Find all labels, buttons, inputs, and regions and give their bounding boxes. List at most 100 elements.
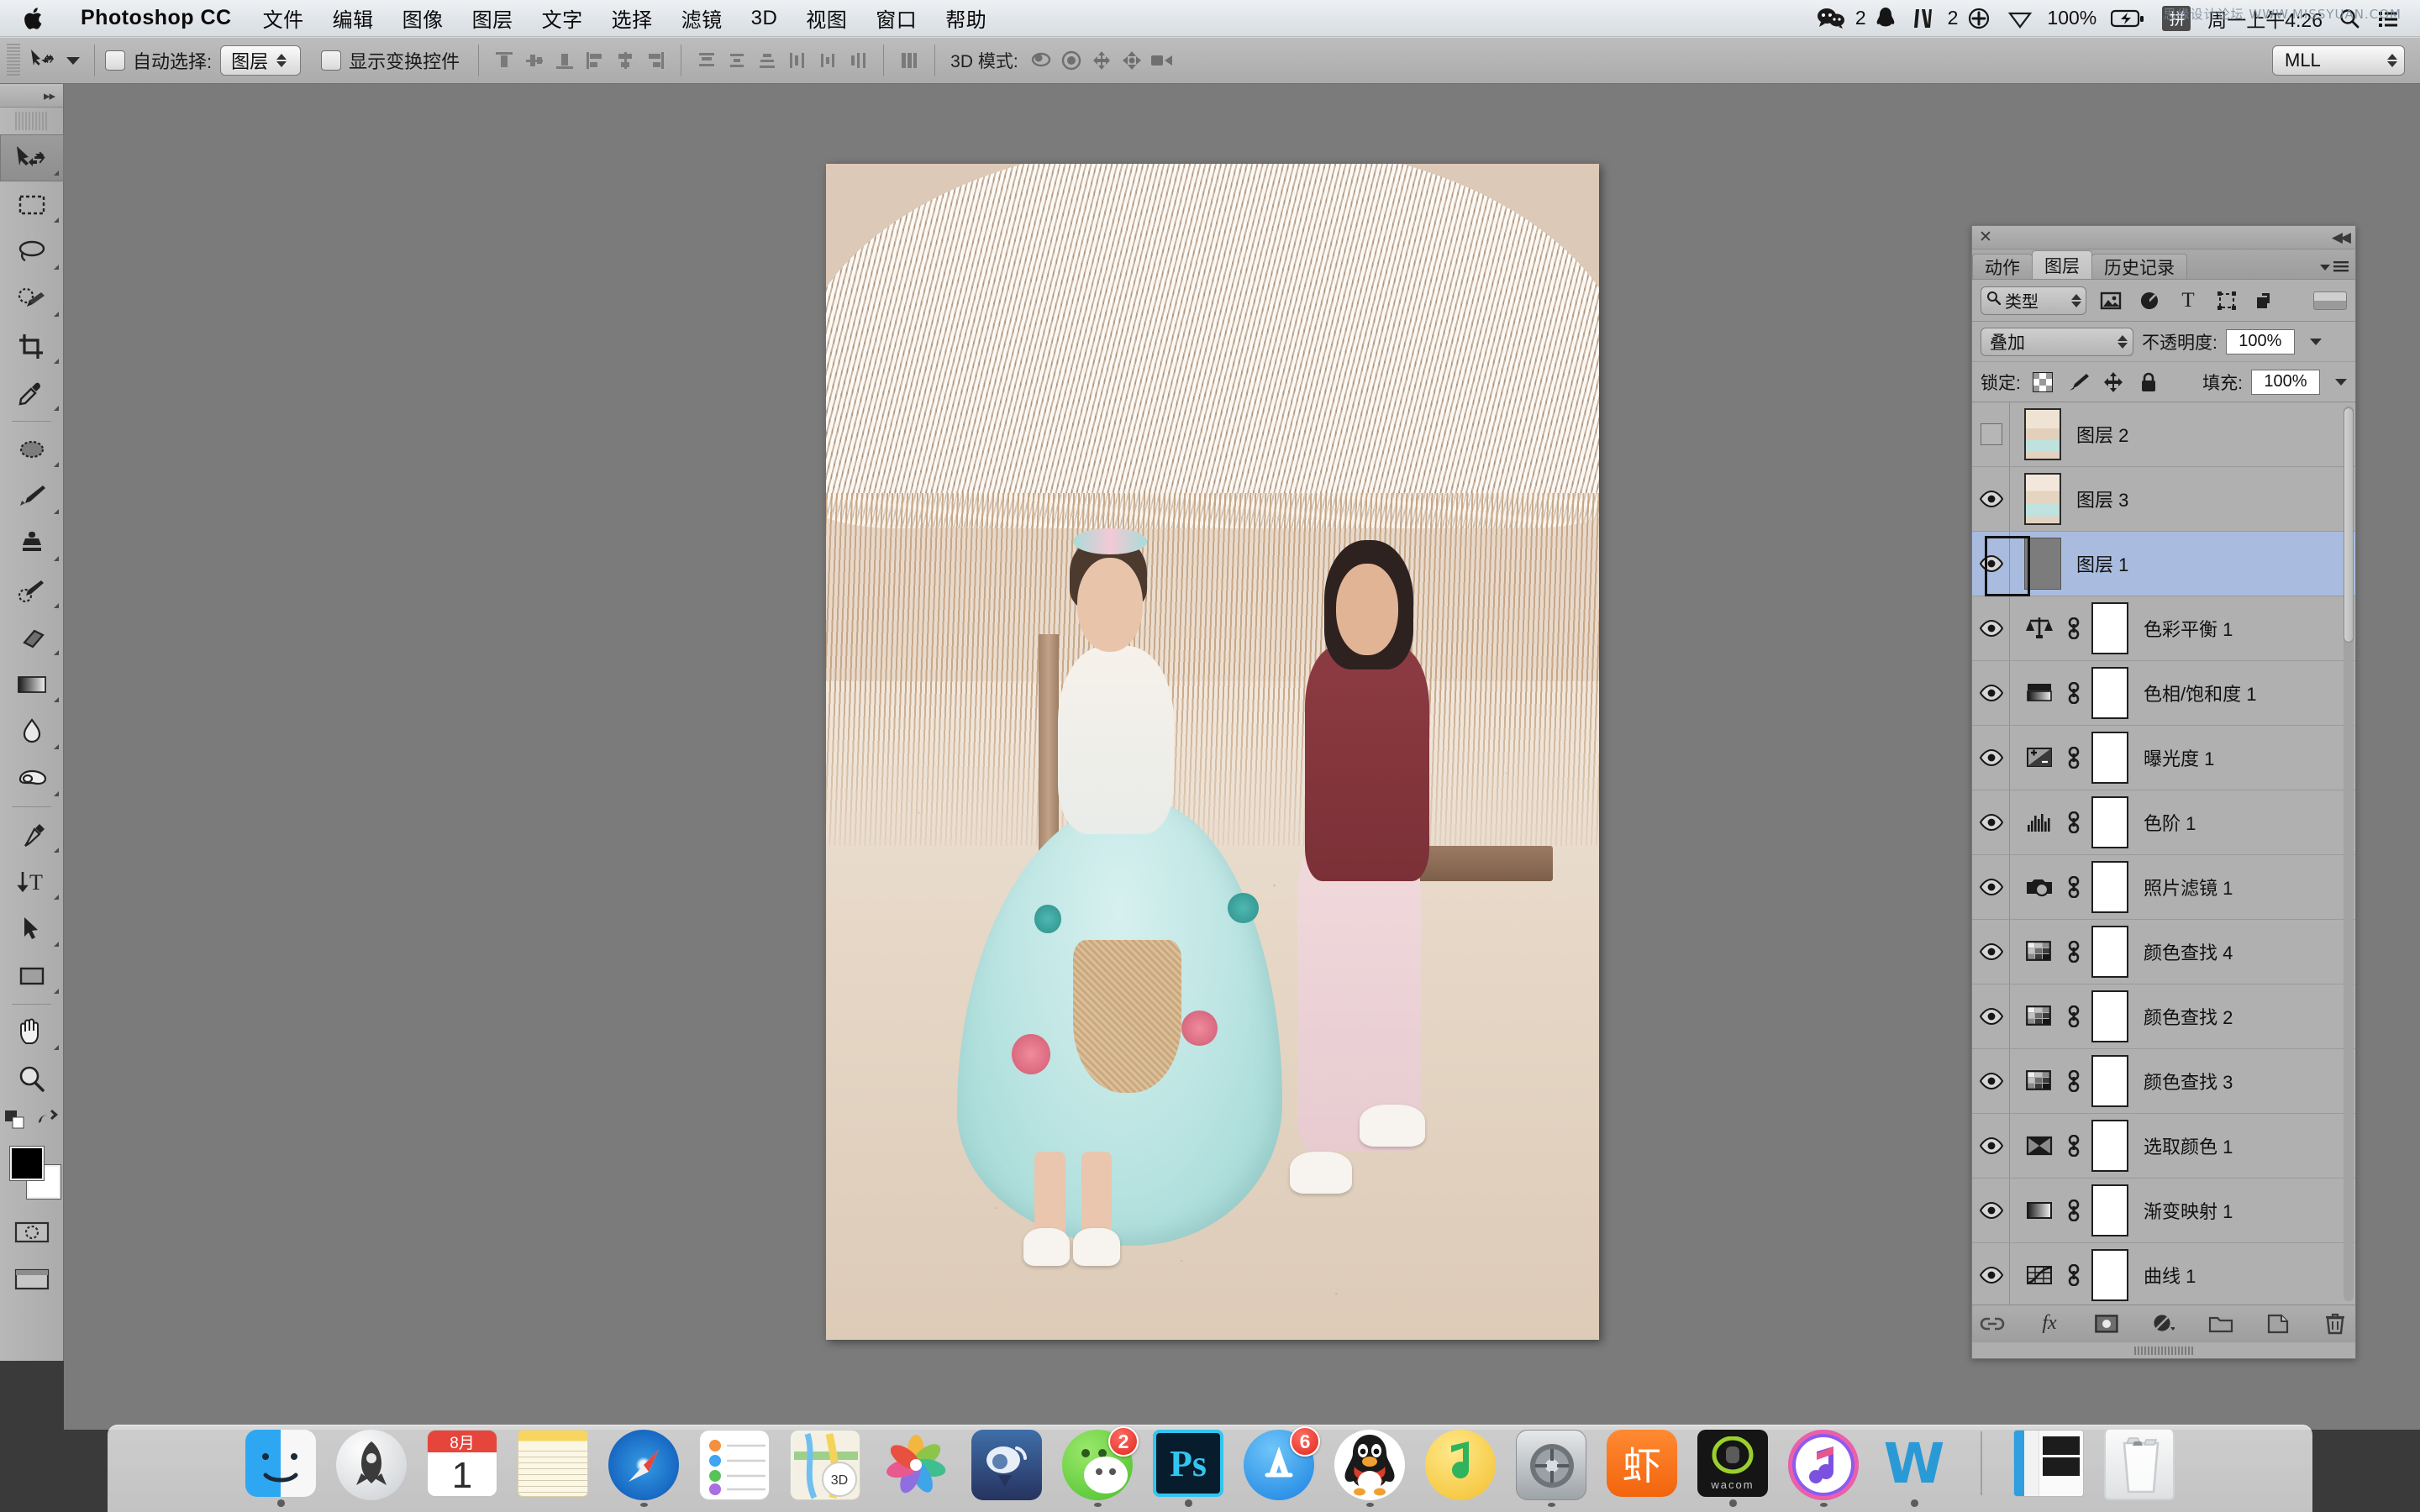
layer-name-label[interactable]: 颜色查找 2 xyxy=(2144,1003,2233,1030)
dock-item-calendar[interactable]: 8月 1 xyxy=(426,1430,498,1507)
layer-name-label[interactable]: 选取颜色 1 xyxy=(2144,1132,2233,1159)
levels-icon[interactable] xyxy=(2023,806,2056,839)
panel-resize-grip[interactable] xyxy=(1972,1341,2355,1358)
layer-visibility-toggle[interactable] xyxy=(1975,1201,2007,1220)
menu-view[interactable]: 视图 xyxy=(792,0,861,37)
zoom-tool[interactable] xyxy=(0,1056,64,1103)
table-row[interactable]: 曝光度 1 xyxy=(1972,726,2355,790)
color-swatches[interactable] xyxy=(0,1140,64,1209)
table-row[interactable]: 色彩平衡 1 xyxy=(1972,596,2355,661)
dock-item-xiami-music[interactable]: 虾 xyxy=(1606,1430,1678,1507)
close-icon[interactable]: ✕ xyxy=(1979,229,1992,245)
quick-mask-button[interactable] xyxy=(0,1209,64,1256)
layer-mask-link-icon[interactable] xyxy=(2063,1070,2085,1092)
layer-mask-thumbnail[interactable] xyxy=(2091,667,2128,719)
filter-kind-dropdown[interactable]: 类型 xyxy=(1981,286,2086,315)
align-vertical-centers-icon[interactable] xyxy=(519,45,550,76)
dropbox-status-icon[interactable] xyxy=(2000,0,2040,37)
color-lookup-icon[interactable] xyxy=(2023,1064,2056,1098)
layer-visibility-toggle[interactable] xyxy=(1975,619,2007,638)
opacity-value-field[interactable]: 100% xyxy=(2225,328,2295,354)
dock-item-minimized-qq-window[interactable] xyxy=(2012,1430,2085,1507)
layer-visibility-toggle[interactable] xyxy=(1975,1007,2007,1026)
table-row[interactable]: 颜色查找 2 xyxy=(1972,984,2355,1049)
sogou-input-status-icon[interactable] xyxy=(1905,0,1945,37)
table-row[interactable]: 渐变映射 1 xyxy=(1972,1179,2355,1243)
layer-mask-thumbnail[interactable] xyxy=(2091,1184,2128,1236)
dock-item-wps-word[interactable]: W xyxy=(1878,1430,1950,1507)
layer-visibility-toggle[interactable] xyxy=(1975,1266,2007,1284)
document-canvas[interactable] xyxy=(826,164,1599,1340)
layer-mask-link-icon[interactable] xyxy=(2063,811,2085,833)
lasso-tool[interactable] xyxy=(0,228,64,276)
align-right-edges-icon[interactable] xyxy=(640,45,671,76)
menu-filter[interactable]: 滤镜 xyxy=(667,0,737,37)
layer-mask-link-icon[interactable] xyxy=(2063,617,2085,639)
tools-drag-grip[interactable] xyxy=(15,112,48,130)
dock-item-itunes[interactable] xyxy=(1787,1430,1860,1507)
layer-visibility-toggle[interactable] xyxy=(1975,813,2007,832)
marquee-tool[interactable] xyxy=(0,181,64,228)
dock-item-safari[interactable] xyxy=(608,1430,680,1507)
align-left-edges-icon[interactable] xyxy=(580,45,610,76)
table-row[interactable]: 色阶 1 xyxy=(1972,790,2355,855)
color-lookup-icon[interactable] xyxy=(2023,1000,2056,1033)
battery-charging-icon[interactable] xyxy=(2103,0,2152,37)
layer-name-label[interactable]: 照片滤镜 1 xyxy=(2144,874,2233,900)
dock-item-notes[interactable] xyxy=(517,1430,589,1507)
dock-item-wacom[interactable]: wacom xyxy=(1697,1430,1769,1507)
scale-3d-icon[interactable] xyxy=(1148,45,1178,76)
add-layer-style-icon[interactable]: fx xyxy=(2035,1311,2064,1336)
table-row[interactable]: 图层 2 xyxy=(1972,402,2355,467)
layer-mask-thumbnail[interactable] xyxy=(2091,796,2128,848)
layer-name-label[interactable]: 色相/饱和度 1 xyxy=(2144,680,2256,706)
panel-menu-icon[interactable] xyxy=(2320,260,2349,274)
plus-circle-status-icon[interactable] xyxy=(1960,0,1998,37)
layer-visibility-toggle[interactable] xyxy=(1975,942,2007,961)
new-layer-icon[interactable] xyxy=(2264,1311,2292,1336)
tab-layers[interactable]: 图层 xyxy=(2032,250,2092,279)
screen-mode-button[interactable] xyxy=(0,1256,64,1303)
foreground-color-swatch[interactable] xyxy=(10,1147,44,1180)
layer-name-label[interactable]: 图层 2 xyxy=(2076,421,2128,448)
dock-item-photos[interactable] xyxy=(880,1430,952,1507)
table-row[interactable]: 曲线 1 xyxy=(1972,1243,2355,1305)
layer-name-label[interactable]: 色彩平衡 1 xyxy=(2144,615,2233,642)
filter-type-icon[interactable]: T xyxy=(2174,286,2202,315)
history-brush-tool[interactable] xyxy=(0,567,64,614)
dock-item-launchpad[interactable] xyxy=(335,1430,408,1507)
curves-icon[interactable] xyxy=(2023,1258,2056,1292)
layer-name-label[interactable]: 色阶 1 xyxy=(2144,809,2196,836)
menu-window[interactable]: 窗口 xyxy=(861,0,931,37)
gradient-tool[interactable] xyxy=(0,661,64,708)
menu-select[interactable]: 选择 xyxy=(597,0,667,37)
photo-filter-icon[interactable] xyxy=(2023,870,2056,904)
qq-penguin-status-icon[interactable] xyxy=(1868,0,1903,37)
dock-item-qq-music[interactable] xyxy=(1424,1430,1497,1507)
tools-collapse-bar[interactable]: ▸▸ xyxy=(0,84,63,108)
distribute-vertical-centers-icon[interactable] xyxy=(722,45,752,76)
show-transform-controls-checkbox[interactable] xyxy=(321,50,342,71)
layer-mask-link-icon[interactable] xyxy=(2063,941,2085,963)
lock-transparent-pixels-icon[interactable] xyxy=(2029,369,2056,396)
layer-name-label[interactable]: 颜色查找 4 xyxy=(2144,938,2233,965)
menu-3d[interactable]: 3D xyxy=(737,0,792,37)
gradient-map-icon[interactable] xyxy=(2023,1194,2056,1227)
menu-app-name[interactable]: Photoshop CC xyxy=(64,0,249,37)
table-row[interactable]: 颜色查找 4 xyxy=(1972,920,2355,984)
brush-tool[interactable] xyxy=(0,473,64,520)
dock-item-wechat[interactable]: 2 xyxy=(1061,1426,1139,1507)
rotate-3d-icon[interactable] xyxy=(1027,45,1057,76)
selective-color-icon[interactable] xyxy=(2023,1129,2056,1163)
align-horizontal-centers-icon[interactable] xyxy=(610,45,640,76)
crop-tool[interactable] xyxy=(0,323,64,370)
layer-mask-thumbnail[interactable] xyxy=(2091,926,2128,978)
link-layers-icon[interactable] xyxy=(1978,1311,2007,1336)
auto-select-checkbox[interactable] xyxy=(105,50,125,71)
layer-visibility-toggle[interactable] xyxy=(1975,748,2007,767)
spotlight-search-icon[interactable] xyxy=(2331,0,2368,37)
table-row[interactable]: 图层 1 xyxy=(1972,532,2355,596)
lock-image-pixels-icon[interactable] xyxy=(2065,369,2091,396)
distribute-top-edges-icon[interactable] xyxy=(692,45,722,76)
dock-item-system-preferences[interactable] xyxy=(1515,1430,1587,1507)
